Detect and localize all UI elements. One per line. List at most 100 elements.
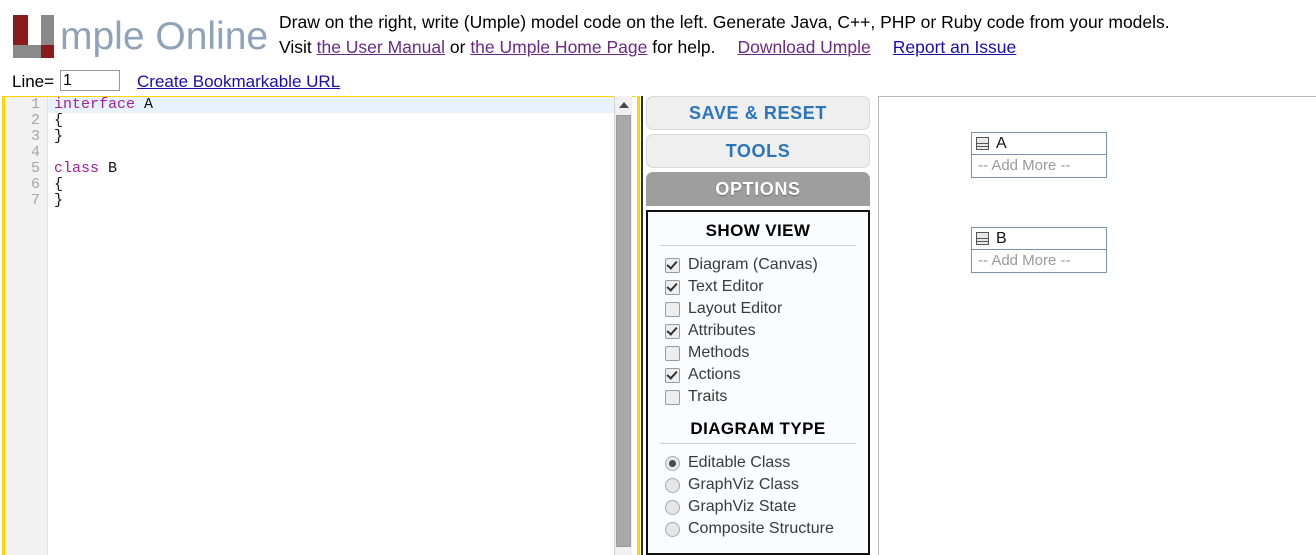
user-manual-link[interactable]: the User Manual xyxy=(317,37,445,57)
code-editor-panel[interactable]: 1 2 3 4 5 6 7 interface A { } class B { … xyxy=(2,96,636,555)
code-keyword: interface xyxy=(54,96,136,113)
checkbox-icon[interactable] xyxy=(665,323,680,339)
code-keyword: class xyxy=(54,160,100,177)
tools-button[interactable]: TOOLS xyxy=(646,134,870,168)
checkbox-label: Text Editor xyxy=(688,278,764,295)
checkbox-icon[interactable] xyxy=(665,257,680,273)
scrollbar-thumb[interactable] xyxy=(616,115,631,547)
show-view-title: SHOW VIEW xyxy=(705,221,811,240)
checkbox-icon[interactable] xyxy=(665,389,680,405)
radio-row-composite-structure[interactable]: Composite Structure xyxy=(648,518,868,540)
create-bookmarkable-url-link[interactable]: Create Bookmarkable URL xyxy=(137,72,340,92)
code-text: B xyxy=(99,160,118,177)
checkbox-icon[interactable] xyxy=(665,279,680,295)
intro-text: Draw on the right, write (Umple) model c… xyxy=(279,10,1170,60)
checkbox-label: Methods xyxy=(688,344,750,361)
class-box-header[interactable]: A xyxy=(972,133,1106,155)
class-icon xyxy=(976,137,989,150)
download-umple-link[interactable]: Download Umple xyxy=(715,37,870,57)
code-line[interactable]: { xyxy=(48,113,614,129)
panel-divider-yellow xyxy=(637,96,640,555)
checkbox-row-attributes[interactable]: Attributes xyxy=(648,320,868,342)
diagram-type-divider xyxy=(660,443,856,444)
class-name-label[interactable]: B xyxy=(996,230,1007,248)
gutter-line-number: 6 xyxy=(30,176,40,193)
code-text-area[interactable]: interface A { } class B { } xyxy=(48,97,614,555)
class-add-more[interactable]: -- Add More -- xyxy=(972,250,1106,272)
diagram-canvas[interactable]: A -- Add More -- B -- Add More -- xyxy=(878,96,1316,555)
checkbox-row-actions[interactable]: Actions xyxy=(648,364,868,386)
class-name-label[interactable]: A xyxy=(996,135,1007,153)
class-add-more[interactable]: -- Add More -- xyxy=(972,155,1106,177)
checkbox-row-text-editor[interactable]: Text Editor xyxy=(648,276,868,298)
radio-label: GraphViz State xyxy=(688,498,797,515)
checkbox-label: Attributes xyxy=(688,322,756,339)
line-number-input[interactable] xyxy=(60,70,120,91)
intro-visit-text: Visit xyxy=(279,37,317,57)
checkbox-label: Layout Editor xyxy=(688,300,783,317)
radio-row-graphviz-class[interactable]: GraphViz Class xyxy=(648,474,868,496)
intro-or-text: or xyxy=(445,37,471,57)
code-line[interactable]: } xyxy=(48,193,614,209)
radio-label: Editable Class xyxy=(688,454,791,471)
radio-icon[interactable] xyxy=(665,499,680,515)
class-box-header[interactable]: B xyxy=(972,228,1106,250)
options-content-box: SHOW VIEW Diagram (Canvas) Text Editor L… xyxy=(646,210,870,555)
radio-icon[interactable] xyxy=(665,477,680,493)
code-text: { xyxy=(54,112,64,129)
radio-icon[interactable] xyxy=(665,455,680,471)
code-text: } xyxy=(54,192,64,209)
class-icon xyxy=(976,232,989,245)
code-text: { xyxy=(54,176,64,193)
checkbox-icon[interactable] xyxy=(665,301,680,317)
checkbox-icon[interactable] xyxy=(665,367,680,383)
intro-line-1: Draw on the right, write (Umple) model c… xyxy=(279,12,1170,32)
editor-gutter: 1 2 3 4 5 6 7 xyxy=(5,97,48,555)
intro-line-2: Visit the User Manual or the Umple Home … xyxy=(279,35,1170,60)
umple-home-page-link[interactable]: the Umple Home Page xyxy=(470,37,647,57)
code-text: } xyxy=(54,128,64,145)
code-text: A xyxy=(135,96,154,113)
code-line[interactable]: interface A xyxy=(48,97,614,113)
report-issue-link[interactable]: Report an Issue xyxy=(871,37,1017,57)
umple-logo[interactable]: mple Online xyxy=(8,8,268,58)
umple-logo-mark-icon xyxy=(8,15,58,58)
radio-label: Composite Structure xyxy=(688,520,834,537)
radio-icon[interactable] xyxy=(665,521,680,537)
class-box-a[interactable]: A -- Add More -- xyxy=(971,132,1107,178)
gutter-line-number: 7 xyxy=(30,192,40,209)
diagram-type-title: DIAGRAM TYPE xyxy=(690,419,826,438)
checkbox-label: Actions xyxy=(688,366,741,383)
logo-wordmark: mple Online xyxy=(60,15,269,58)
panel-divider-dark xyxy=(641,96,643,555)
umple-online-app: mple Online Draw on the right, write (Um… xyxy=(0,0,1316,555)
show-view-divider xyxy=(660,245,856,246)
checkbox-label: Traits xyxy=(688,388,728,405)
scroll-up-arrow-icon[interactable] xyxy=(615,96,632,113)
code-line[interactable]: { xyxy=(48,177,614,193)
logo-bar-bottom xyxy=(13,45,43,58)
checkbox-icon[interactable] xyxy=(665,345,680,361)
radio-label: GraphViz Class xyxy=(688,476,799,493)
editor-vertical-scrollbar[interactable] xyxy=(614,96,632,555)
line-toolbar: Line= Create Bookmarkable URL xyxy=(0,68,1316,95)
checkbox-label: Diagram (Canvas) xyxy=(688,256,818,273)
gutter-line-number: 1 xyxy=(30,96,40,113)
radio-row-graphviz-state[interactable]: GraphViz State xyxy=(648,496,868,518)
gutter-line-number: 4 xyxy=(30,144,40,161)
code-line[interactable]: } xyxy=(48,129,614,145)
gutter-line-number: 3 xyxy=(30,128,40,145)
save-reset-button[interactable]: SAVE & RESET xyxy=(646,96,870,130)
controls-panel: SAVE & RESET TOOLS OPTIONS SHOW VIEW Dia… xyxy=(646,96,870,555)
checkbox-row-methods[interactable]: Methods xyxy=(648,342,868,364)
line-label: Line= xyxy=(12,72,55,91)
gutter-line-number: 2 xyxy=(30,112,40,129)
checkbox-row-layout-editor[interactable]: Layout Editor xyxy=(648,298,868,320)
checkbox-row-traits[interactable]: Traits xyxy=(648,386,868,408)
code-line[interactable] xyxy=(48,145,614,161)
radio-row-editable-class[interactable]: Editable Class xyxy=(648,452,868,474)
class-box-b[interactable]: B -- Add More -- xyxy=(971,227,1107,273)
checkbox-row-diagram-canvas[interactable]: Diagram (Canvas) xyxy=(648,254,868,276)
options-button[interactable]: OPTIONS xyxy=(646,172,870,206)
code-line[interactable]: class B xyxy=(48,161,614,177)
